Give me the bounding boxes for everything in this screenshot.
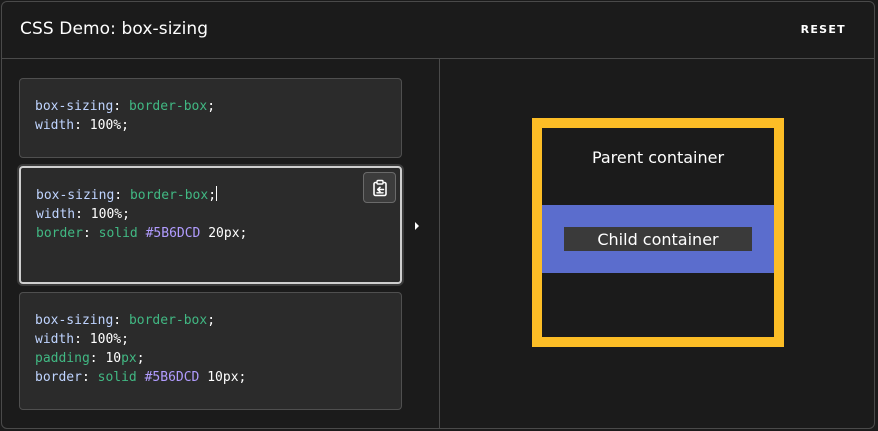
code-unit: px: [121, 351, 137, 366]
code-line: width: 100%;: [36, 205, 385, 224]
demo-header: CSS Demo: box-sizing RESET: [2, 2, 874, 59]
code-line: box-sizing: border-box;: [36, 186, 385, 205]
code-color-hex: #5B6DCD: [144, 370, 200, 385]
code-semicolon: ;: [239, 226, 248, 241]
parent-container-label: Parent container: [591, 148, 725, 167]
code-line: border: solid #5B6DCD 10px;: [35, 368, 386, 387]
code-colon: :: [113, 313, 129, 328]
example-choice-2[interactable]: box-sizing: border-box; width: 100%; bor…: [19, 166, 402, 284]
demo-title: CSS Demo: box-sizing: [20, 19, 209, 39]
code-semicolon: ;: [238, 370, 247, 385]
code-line: box-sizing: border-box;: [35, 311, 386, 330]
code-line: border: solid #5B6DCD 20px;: [36, 224, 385, 243]
code-colon: :: [74, 332, 90, 347]
code-semicolon: ;: [122, 207, 130, 222]
code-value: border-box: [129, 188, 209, 203]
code-color-hex: #5B6DCD: [145, 226, 201, 241]
code-property: width: [36, 207, 76, 222]
code-semicolon: ;: [121, 118, 129, 133]
code-value: border-box: [128, 99, 208, 114]
parent-container-box: Parent container Child container: [532, 118, 784, 347]
code-number: 10: [105, 351, 122, 366]
code-semicolon: ;: [207, 313, 216, 328]
code-line: width: 100%;: [35, 116, 386, 135]
code-line: box-sizing: border-box;: [35, 97, 386, 116]
code-property: width: [35, 118, 75, 133]
code-value: border-box: [128, 313, 208, 328]
code-colon: :: [114, 188, 130, 203]
code-number: 20px: [208, 226, 240, 241]
code-colon: :: [74, 118, 90, 133]
copy-to-clipboard-button[interactable]: [363, 172, 396, 203]
code-property: padding: [35, 351, 90, 366]
code-property: width: [35, 332, 75, 347]
code-value: 100%: [89, 118, 122, 133]
code-semicolon: ;: [208, 188, 217, 203]
examples-pane: box-sizing: border-box; width: 100%; box…: [2, 59, 440, 428]
demo-frame: CSS Demo: box-sizing RESET box-sizing: b…: [1, 1, 875, 429]
code-line: padding: 10px;: [35, 349, 386, 368]
reset-button[interactable]: RESET: [801, 23, 846, 36]
code-colon: :: [82, 226, 99, 241]
clipboard-copy-icon: [372, 179, 387, 196]
code-property: border: [36, 226, 83, 241]
code-semicolon: ;: [136, 351, 145, 366]
code-semicolon: ;: [121, 332, 129, 347]
code-value: 100%: [89, 332, 122, 347]
code-colon: :: [75, 207, 91, 222]
example-choice-1[interactable]: box-sizing: border-box; width: 100%;: [19, 78, 402, 158]
code-keyword: solid: [98, 226, 138, 241]
child-container-label: Child container: [597, 229, 719, 249]
code-semicolon: ;: [207, 99, 216, 114]
code-property: box-sizing: [35, 99, 114, 114]
code-value: 100%: [90, 207, 123, 222]
code-property: box-sizing: [35, 313, 114, 328]
code-keyword: solid: [97, 370, 137, 385]
text-cursor: [216, 186, 218, 201]
code-number: 10px: [207, 370, 239, 385]
code-colon: :: [81, 370, 98, 385]
output-pane: Parent container Child container: [440, 59, 874, 428]
code-property: border: [35, 370, 82, 385]
code-line: width: 100%;: [35, 330, 386, 349]
selected-example-indicator-icon: [415, 222, 419, 230]
code-colon: :: [89, 351, 106, 366]
code-property: box-sizing: [36, 188, 115, 203]
child-container-box: Child container: [542, 205, 774, 273]
example-choice-3[interactable]: box-sizing: border-box; width: 100%; pad…: [19, 292, 402, 410]
code-colon: :: [113, 99, 129, 114]
